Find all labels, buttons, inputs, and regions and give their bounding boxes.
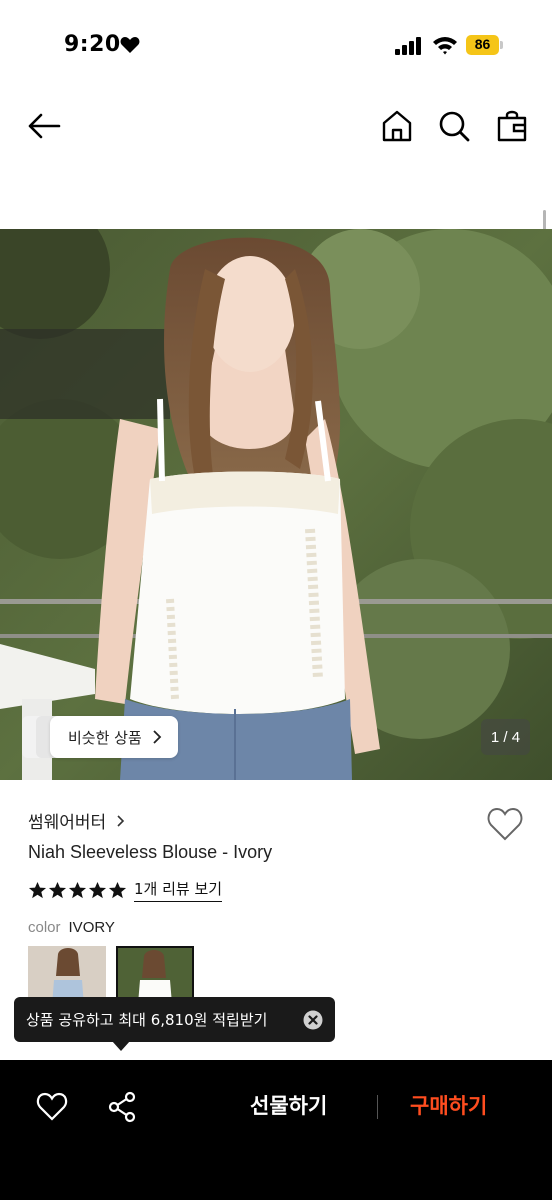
heart-icon[interactable]: [36, 1092, 68, 1122]
divider: [377, 1095, 378, 1119]
color-label: color: [28, 919, 61, 936]
battery-indicator: 86: [466, 35, 504, 55]
product-photo: [0, 229, 552, 780]
buy-button[interactable]: 구매하기: [410, 1090, 487, 1120]
wishlist-heart-icon[interactable]: [486, 806, 524, 842]
color-value: IVORY: [68, 919, 115, 936]
similar-products-label: 비슷한 상품: [68, 728, 142, 747]
chevron-right-icon: [117, 814, 125, 827]
rating-row: 1개 리뷰 보기: [28, 878, 223, 902]
chevron-right-icon: [153, 730, 162, 744]
battery-level: 86: [474, 36, 491, 52]
status-time: 9:20: [64, 32, 121, 57]
shopping-bag-icon[interactable]: [496, 109, 528, 143]
bottom-action-bar: 선물하기 구매하기: [0, 1060, 552, 1200]
color-row: color IVORY: [28, 919, 115, 936]
close-icon[interactable]: [303, 1010, 323, 1030]
status-bar: 9:20 86: [0, 0, 552, 90]
star-icon: [28, 881, 47, 898]
image-counter: 1 / 4: [481, 719, 530, 755]
share-reward-tooltip: 상품 공유하고 최대 6,810원 적립받기: [14, 997, 335, 1042]
gift-button[interactable]: 선물하기: [250, 1090, 327, 1120]
share-reward-text: 상품 공유하고 최대 6,810원 적립받기: [26, 1011, 268, 1029]
share-icon[interactable]: [106, 1091, 138, 1123]
signal-icon: [395, 37, 421, 55]
search-icon[interactable]: [437, 109, 471, 143]
wifi-icon: [433, 37, 457, 55]
brand-link[interactable]: 썸웨어버터: [28, 808, 125, 833]
review-link[interactable]: 1개 리뷰 보기: [134, 878, 223, 902]
star-icon: [48, 881, 67, 898]
heart-icon: [120, 37, 140, 53]
star-icon: [68, 881, 87, 898]
similar-products-button[interactable]: 비슷한 상품: [50, 716, 178, 758]
home-icon[interactable]: [380, 109, 414, 143]
back-arrow-icon[interactable]: [26, 110, 62, 142]
brand-name: 썸웨어버터: [28, 813, 107, 833]
star-icon: [108, 881, 127, 898]
star-icon: [88, 881, 107, 898]
product-name: Niah Sleeveless Blouse - Ivory: [28, 842, 273, 862]
product-image-carousel[interactable]: 비슷한 상품 1 / 4: [0, 229, 552, 780]
